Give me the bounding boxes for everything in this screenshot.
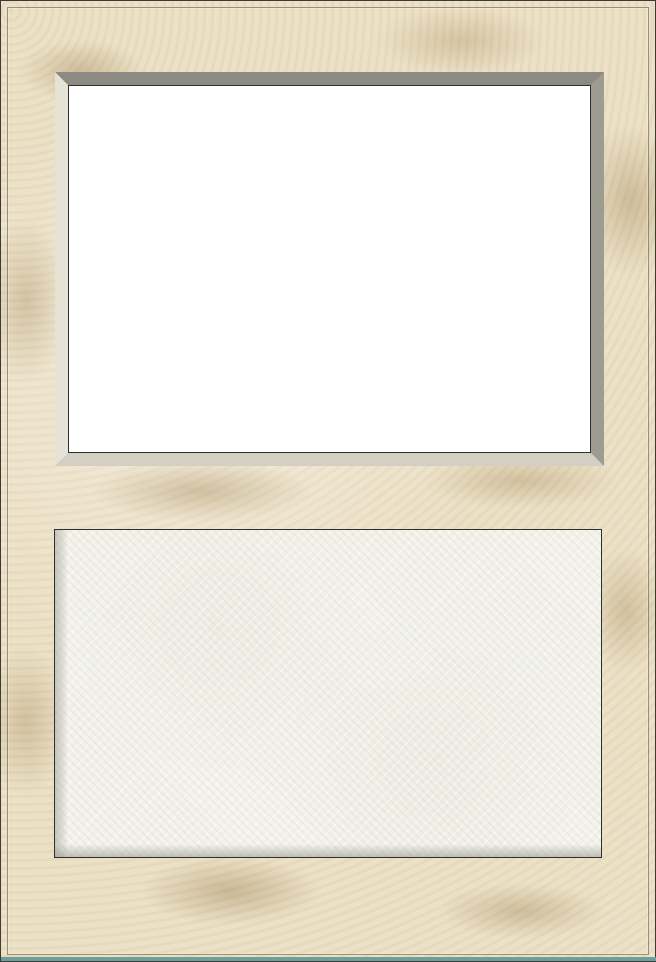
photo-placeholder — [68, 85, 591, 453]
card-background — [0, 0, 656, 962]
photo-frame — [55, 72, 604, 466]
text-panel — [54, 529, 602, 858]
text-panel-bevel-bottom — [55, 845, 601, 857]
text-panel-bevel-left — [55, 530, 67, 857]
bottom-accent-strip — [1, 957, 656, 961]
